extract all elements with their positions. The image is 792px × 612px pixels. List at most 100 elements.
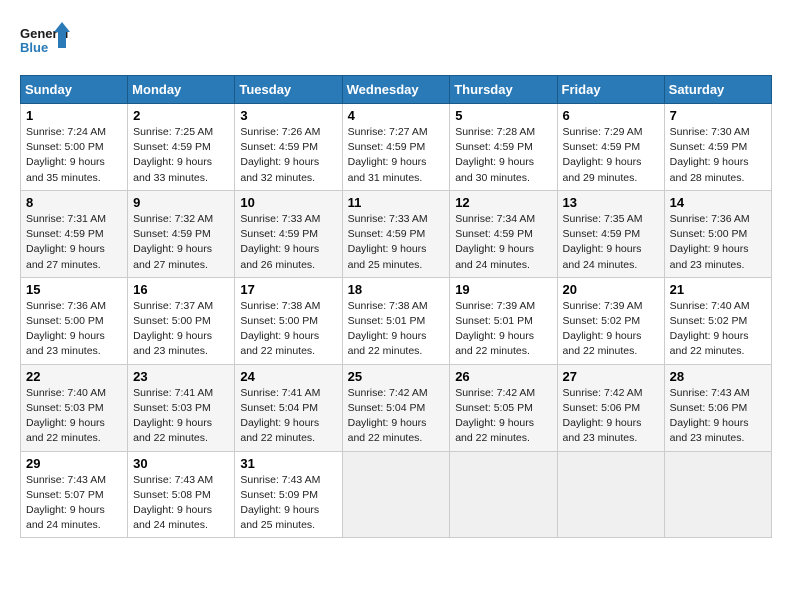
day-info: Sunrise: 7:42 AMSunset: 5:05 PMDaylight:… [455,387,535,445]
calendar-cell: 14 Sunrise: 7:36 AMSunset: 5:00 PMDayligh… [664,190,771,277]
calendar-cell: 4 Sunrise: 7:27 AMSunset: 4:59 PMDaylight… [342,104,450,191]
calendar-cell: 12 Sunrise: 7:34 AMSunset: 4:59 PMDayligh… [450,190,557,277]
day-number: 18 [348,282,445,297]
header-wednesday: Wednesday [342,76,450,104]
day-number: 28 [670,369,766,384]
day-number: 10 [240,195,336,210]
calendar-week-3: 15 Sunrise: 7:36 AMSunset: 5:00 PMDayligh… [21,277,772,364]
day-info: Sunrise: 7:39 AMSunset: 5:02 PMDaylight:… [563,300,643,358]
calendar-cell: 2 Sunrise: 7:25 AMSunset: 4:59 PMDaylight… [128,104,235,191]
calendar-cell: 24Sunrise: 7:41 AMSunset: 5:04 PMDayligh… [235,364,342,451]
day-number: 22 [26,369,122,384]
calendar-cell: 23Sunrise: 7:41 AMSunset: 5:03 PMDayligh… [128,364,235,451]
calendar-week-1: 1 Sunrise: 7:24 AMSunset: 5:00 PMDaylight… [21,104,772,191]
day-number: 14 [670,195,766,210]
day-info: Sunrise: 7:40 AMSunset: 5:02 PMDaylight:… [670,300,750,358]
day-number: 5 [455,108,551,123]
day-info: Sunrise: 7:26 AMSunset: 4:59 PMDaylight:… [240,126,320,184]
calendar-cell: 25 Sunrise: 7:42 AMSunset: 5:04 PMDayligh… [342,364,450,451]
day-info: Sunrise: 7:34 AMSunset: 4:59 PMDaylight:… [455,213,535,271]
calendar-cell: 11 Sunrise: 7:33 AMSunset: 4:59 PMDayligh… [342,190,450,277]
day-number: 12 [455,195,551,210]
day-number: 25 [348,369,445,384]
calendar-cell [664,451,771,538]
day-number: 4 [348,108,445,123]
calendar-cell: 29 Sunrise: 7:43 AMSunset: 5:07 PMDayligh… [21,451,128,538]
day-number: 13 [563,195,659,210]
calendar-cell: 31 Sunrise: 7:43 AMSunset: 5:09 PMDayligh… [235,451,342,538]
svg-text:Blue: Blue [20,40,48,55]
day-info: Sunrise: 7:27 AMSunset: 4:59 PMDaylight:… [348,126,428,184]
calendar-cell: 28 Sunrise: 7:43 AMSunset: 5:06 PMDayligh… [664,364,771,451]
day-number: 2 [133,108,229,123]
calendar-cell: 30 Sunrise: 7:43 AMSunset: 5:08 PMDayligh… [128,451,235,538]
day-info: Sunrise: 7:32 AMSunset: 4:59 PMDaylight:… [133,213,213,271]
calendar-week-4: 22Sunrise: 7:40 AMSunset: 5:03 PMDayligh… [21,364,772,451]
header-thursday: Thursday [450,76,557,104]
calendar-cell: 18 Sunrise: 7:38 AMSunset: 5:01 PMDayligh… [342,277,450,364]
calendar-cell [342,451,450,538]
day-info: Sunrise: 7:43 AMSunset: 5:09 PMDaylight:… [240,474,320,532]
day-number: 23 [133,369,229,384]
day-info: Sunrise: 7:33 AMSunset: 4:59 PMDaylight:… [348,213,428,271]
day-info: Sunrise: 7:33 AMSunset: 4:59 PMDaylight:… [240,213,320,271]
calendar-cell: 5 Sunrise: 7:28 AMSunset: 4:59 PMDaylight… [450,104,557,191]
day-info: Sunrise: 7:43 AMSunset: 5:07 PMDaylight:… [26,474,106,532]
calendar-cell: 21 Sunrise: 7:40 AMSunset: 5:02 PMDayligh… [664,277,771,364]
day-number: 7 [670,108,766,123]
day-info: Sunrise: 7:37 AMSunset: 5:00 PMDaylight:… [133,300,213,358]
day-info: Sunrise: 7:43 AMSunset: 5:06 PMDaylight:… [670,387,750,445]
day-info: Sunrise: 7:31 AMSunset: 4:59 PMDaylight:… [26,213,106,271]
day-info: Sunrise: 7:28 AMSunset: 4:59 PMDaylight:… [455,126,535,184]
day-info: Sunrise: 7:25 AMSunset: 4:59 PMDaylight:… [133,126,213,184]
header-saturday: Saturday [664,76,771,104]
day-number: 29 [26,456,122,471]
day-info: Sunrise: 7:43 AMSunset: 5:08 PMDaylight:… [133,474,213,532]
calendar-cell: 27Sunrise: 7:42 AMSunset: 5:06 PMDayligh… [557,364,664,451]
calendar-cell: 1 Sunrise: 7:24 AMSunset: 5:00 PMDaylight… [21,104,128,191]
calendar-cell [557,451,664,538]
calendar-cell [450,451,557,538]
day-number: 20 [563,282,659,297]
day-info: Sunrise: 7:36 AMSunset: 5:00 PMDaylight:… [26,300,106,358]
calendar-cell: 13Sunrise: 7:35 AMSunset: 4:59 PMDayligh… [557,190,664,277]
page-header: General Blue [20,20,772,65]
day-number: 15 [26,282,122,297]
day-number: 26 [455,369,551,384]
day-info: Sunrise: 7:29 AMSunset: 4:59 PMDaylight:… [563,126,643,184]
day-number: 16 [133,282,229,297]
day-number: 30 [133,456,229,471]
calendar-cell: 20 Sunrise: 7:39 AMSunset: 5:02 PMDayligh… [557,277,664,364]
calendar-cell: 16 Sunrise: 7:37 AMSunset: 5:00 PMDayligh… [128,277,235,364]
logo-icon: General Blue [20,20,70,65]
day-number: 1 [26,108,122,123]
header-tuesday: Tuesday [235,76,342,104]
calendar-cell: 9Sunrise: 7:32 AMSunset: 4:59 PMDaylight… [128,190,235,277]
logo: General Blue [20,20,70,65]
calendar-cell: 7Sunrise: 7:30 AMSunset: 4:59 PMDaylight… [664,104,771,191]
calendar-table: SundayMondayTuesdayWednesdayThursdayFrid… [20,75,772,538]
day-number: 17 [240,282,336,297]
day-number: 24 [240,369,336,384]
day-number: 31 [240,456,336,471]
day-number: 21 [670,282,766,297]
day-info: Sunrise: 7:38 AMSunset: 5:00 PMDaylight:… [240,300,320,358]
calendar-week-5: 29 Sunrise: 7:43 AMSunset: 5:07 PMDayligh… [21,451,772,538]
day-number: 8 [26,195,122,210]
calendar-cell: 3 Sunrise: 7:26 AMSunset: 4:59 PMDaylight… [235,104,342,191]
calendar-cell: 26 Sunrise: 7:42 AMSunset: 5:05 PMDayligh… [450,364,557,451]
calendar-cell: 8 Sunrise: 7:31 AMSunset: 4:59 PMDaylight… [21,190,128,277]
calendar-cell: 22Sunrise: 7:40 AMSunset: 5:03 PMDayligh… [21,364,128,451]
day-info: Sunrise: 7:38 AMSunset: 5:01 PMDaylight:… [348,300,428,358]
calendar-week-2: 8 Sunrise: 7:31 AMSunset: 4:59 PMDaylight… [21,190,772,277]
day-info: Sunrise: 7:36 AMSunset: 5:00 PMDaylight:… [670,213,750,271]
day-info: Sunrise: 7:42 AMSunset: 5:04 PMDaylight:… [348,387,428,445]
day-number: 3 [240,108,336,123]
calendar-cell: 6Sunrise: 7:29 AMSunset: 4:59 PMDaylight… [557,104,664,191]
header-sunday: Sunday [21,76,128,104]
day-info: Sunrise: 7:42 AMSunset: 5:06 PMDaylight:… [563,387,643,445]
day-number: 11 [348,195,445,210]
day-number: 19 [455,282,551,297]
day-info: Sunrise: 7:24 AMSunset: 5:00 PMDaylight:… [26,126,106,184]
day-info: Sunrise: 7:39 AMSunset: 5:01 PMDaylight:… [455,300,535,358]
